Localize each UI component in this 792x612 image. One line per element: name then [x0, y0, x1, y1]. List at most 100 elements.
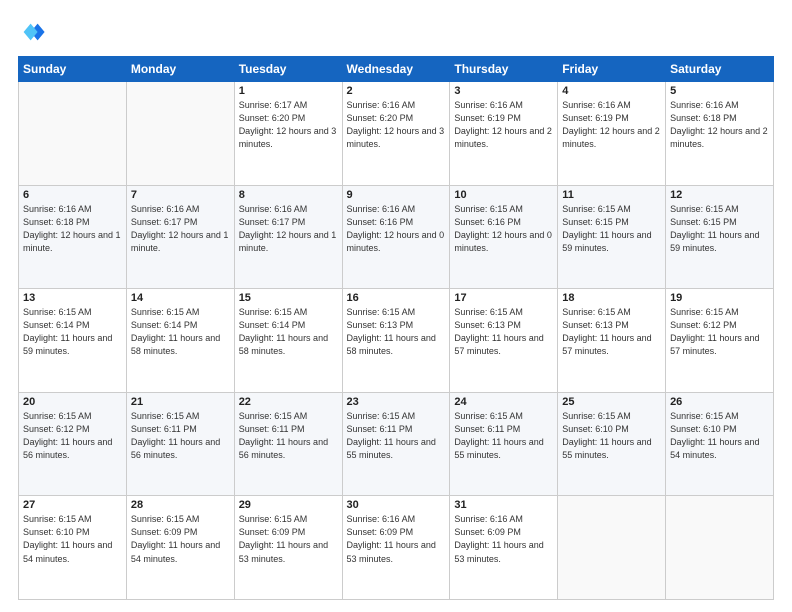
calendar-cell: 5 Sunrise: 6:16 AMSunset: 6:18 PMDaylight…	[666, 82, 774, 186]
calendar-cell: 30 Sunrise: 6:16 AMSunset: 6:09 PMDayligh…	[342, 496, 450, 600]
calendar-cell: 18 Sunrise: 6:15 AMSunset: 6:13 PMDayligh…	[558, 289, 666, 393]
calendar-table: SundayMondayTuesdayWednesdayThursdayFrid…	[18, 56, 774, 600]
calendar-cell: 16Sunrise: 6:15 AMSunset: 6:13 PMDayligh…	[342, 289, 450, 393]
day-of-week-header: Tuesday	[234, 57, 342, 82]
day-info: Sunrise: 6:16 AMSunset: 6:17 PMDaylight:…	[239, 203, 338, 255]
calendar-cell: 24 Sunrise: 6:15 AMSunset: 6:11 PMDayligh…	[450, 392, 558, 496]
day-info: Sunrise: 6:15 AMSunset: 6:09 PMDaylight:…	[239, 513, 338, 565]
calendar-cell: 10 Sunrise: 6:15 AMSunset: 6:16 PMDayligh…	[450, 185, 558, 289]
day-info: Sunrise: 6:16 AMSunset: 6:16 PMDaylight:…	[347, 203, 446, 255]
logo	[18, 18, 50, 46]
calendar-cell: 17Sunrise: 6:15 AMSunset: 6:13 PMDayligh…	[450, 289, 558, 393]
calendar-cell: 21Sunrise: 6:15 AMSunset: 6:11 PMDayligh…	[126, 392, 234, 496]
day-of-week-header: Saturday	[666, 57, 774, 82]
day-number: 10	[454, 189, 553, 201]
calendar-cell	[126, 82, 234, 186]
calendar-cell: 7 Sunrise: 6:16 AMSunset: 6:17 PMDaylight…	[126, 185, 234, 289]
day-info: Sunrise: 6:16 AMSunset: 6:19 PMDaylight:…	[562, 99, 661, 151]
day-number: 1	[239, 85, 338, 97]
calendar-cell: 29Sunrise: 6:15 AMSunset: 6:09 PMDayligh…	[234, 496, 342, 600]
day-number: 25	[562, 396, 661, 408]
day-number: 19	[670, 292, 769, 304]
day-info: Sunrise: 6:16 AMSunset: 6:09 PMDaylight:…	[347, 513, 446, 565]
day-info: Sunrise: 6:16 AMSunset: 6:20 PMDaylight:…	[347, 99, 446, 151]
day-number: 3	[454, 85, 553, 97]
calendar-cell: 15Sunrise: 6:15 AMSunset: 6:14 PMDayligh…	[234, 289, 342, 393]
day-number: 6	[23, 189, 122, 201]
day-info: Sunrise: 6:15 AMSunset: 6:11 PMDaylight:…	[454, 410, 553, 462]
calendar-cell: 3 Sunrise: 6:16 AMSunset: 6:19 PMDaylight…	[450, 82, 558, 186]
calendar-body: 1 Sunrise: 6:17 AMSunset: 6:20 PMDaylight…	[19, 82, 774, 600]
day-number: 9	[347, 189, 446, 201]
calendar-cell: 14 Sunrise: 6:15 AMSunset: 6:14 PMDayligh…	[126, 289, 234, 393]
day-number: 7	[131, 189, 230, 201]
day-number: 22	[239, 396, 338, 408]
calendar-week-row: 13 Sunrise: 6:15 AMSunset: 6:14 PMDayligh…	[19, 289, 774, 393]
day-number: 31	[454, 499, 553, 511]
calendar-cell: 26 Sunrise: 6:15 AMSunset: 6:10 PMDayligh…	[666, 392, 774, 496]
day-info: Sunrise: 6:15 AMSunset: 6:09 PMDaylight:…	[131, 513, 230, 565]
day-of-week-header: Thursday	[450, 57, 558, 82]
day-of-week-header: Sunday	[19, 57, 127, 82]
day-number: 26	[670, 396, 769, 408]
header	[18, 18, 774, 46]
calendar-cell: 13Sunrise: 6:15 AMSunset: 6:14 PMDayligh…	[19, 289, 127, 393]
day-info: Sunrise: 6:15 AMSunset: 6:10 PMDaylight:…	[23, 513, 122, 565]
calendar-cell	[558, 496, 666, 600]
day-number: 4	[562, 85, 661, 97]
calendar-cell: 2 Sunrise: 6:16 AMSunset: 6:20 PMDaylight…	[342, 82, 450, 186]
day-info: Sunrise: 6:15 AMSunset: 6:11 PMDaylight:…	[347, 410, 446, 462]
calendar-cell: 1 Sunrise: 6:17 AMSunset: 6:20 PMDaylight…	[234, 82, 342, 186]
day-number: 13	[23, 292, 122, 304]
day-number: 14	[131, 292, 230, 304]
day-info: Sunrise: 6:17 AMSunset: 6:20 PMDaylight:…	[239, 99, 338, 151]
calendar-cell	[666, 496, 774, 600]
day-info: Sunrise: 6:15 AMSunset: 6:11 PMDaylight:…	[239, 410, 338, 462]
page: SundayMondayTuesdayWednesdayThursdayFrid…	[0, 0, 792, 612]
calendar-cell: 27Sunrise: 6:15 AMSunset: 6:10 PMDayligh…	[19, 496, 127, 600]
calendar-cell: 9 Sunrise: 6:16 AMSunset: 6:16 PMDaylight…	[342, 185, 450, 289]
calendar-cell: 31 Sunrise: 6:16 AMSunset: 6:09 PMDayligh…	[450, 496, 558, 600]
calendar-week-row: 6 Sunrise: 6:16 AMSunset: 6:18 PMDaylight…	[19, 185, 774, 289]
calendar-cell: 12 Sunrise: 6:15 AMSunset: 6:15 PMDayligh…	[666, 185, 774, 289]
day-number: 11	[562, 189, 661, 201]
day-info: Sunrise: 6:15 AMSunset: 6:14 PMDaylight:…	[239, 306, 338, 358]
day-info: Sunrise: 6:15 AMSunset: 6:12 PMDaylight:…	[670, 306, 769, 358]
day-info: Sunrise: 6:16 AMSunset: 6:19 PMDaylight:…	[454, 99, 553, 151]
day-number: 24	[454, 396, 553, 408]
day-number: 28	[131, 499, 230, 511]
calendar-cell: 20 Sunrise: 6:15 AMSunset: 6:12 PMDayligh…	[19, 392, 127, 496]
day-info: Sunrise: 6:16 AMSunset: 6:18 PMDaylight:…	[670, 99, 769, 151]
calendar-week-row: 20 Sunrise: 6:15 AMSunset: 6:12 PMDayligh…	[19, 392, 774, 496]
day-of-week-header: Monday	[126, 57, 234, 82]
day-info: Sunrise: 6:15 AMSunset: 6:13 PMDaylight:…	[562, 306, 661, 358]
calendar-cell: 23 Sunrise: 6:15 AMSunset: 6:11 PMDayligh…	[342, 392, 450, 496]
day-of-week-header: Wednesday	[342, 57, 450, 82]
day-number: 12	[670, 189, 769, 201]
calendar-week-row: 1 Sunrise: 6:17 AMSunset: 6:20 PMDaylight…	[19, 82, 774, 186]
day-number: 30	[347, 499, 446, 511]
day-info: Sunrise: 6:15 AMSunset: 6:11 PMDaylight:…	[131, 410, 230, 462]
day-info: Sunrise: 6:15 AMSunset: 6:13 PMDaylight:…	[454, 306, 553, 358]
day-number: 23	[347, 396, 446, 408]
day-info: Sunrise: 6:15 AMSunset: 6:10 PMDaylight:…	[562, 410, 661, 462]
day-info: Sunrise: 6:15 AMSunset: 6:12 PMDaylight:…	[23, 410, 122, 462]
calendar-cell: 6 Sunrise: 6:16 AMSunset: 6:18 PMDaylight…	[19, 185, 127, 289]
day-info: Sunrise: 6:16 AMSunset: 6:09 PMDaylight:…	[454, 513, 553, 565]
day-info: Sunrise: 6:15 AMSunset: 6:15 PMDaylight:…	[562, 203, 661, 255]
day-info: Sunrise: 6:15 AMSunset: 6:14 PMDaylight:…	[131, 306, 230, 358]
day-number: 20	[23, 396, 122, 408]
logo-icon	[18, 18, 46, 46]
calendar-cell: 11 Sunrise: 6:15 AMSunset: 6:15 PMDayligh…	[558, 185, 666, 289]
day-number: 8	[239, 189, 338, 201]
calendar-cell	[19, 82, 127, 186]
day-info: Sunrise: 6:15 AMSunset: 6:10 PMDaylight:…	[670, 410, 769, 462]
calendar-cell: 4 Sunrise: 6:16 AMSunset: 6:19 PMDaylight…	[558, 82, 666, 186]
day-info: Sunrise: 6:16 AMSunset: 6:17 PMDaylight:…	[131, 203, 230, 255]
day-number: 18	[562, 292, 661, 304]
day-info: Sunrise: 6:15 AMSunset: 6:16 PMDaylight:…	[454, 203, 553, 255]
day-number: 5	[670, 85, 769, 97]
day-number: 2	[347, 85, 446, 97]
day-info: Sunrise: 6:16 AMSunset: 6:18 PMDaylight:…	[23, 203, 122, 255]
day-info: Sunrise: 6:15 AMSunset: 6:15 PMDaylight:…	[670, 203, 769, 255]
